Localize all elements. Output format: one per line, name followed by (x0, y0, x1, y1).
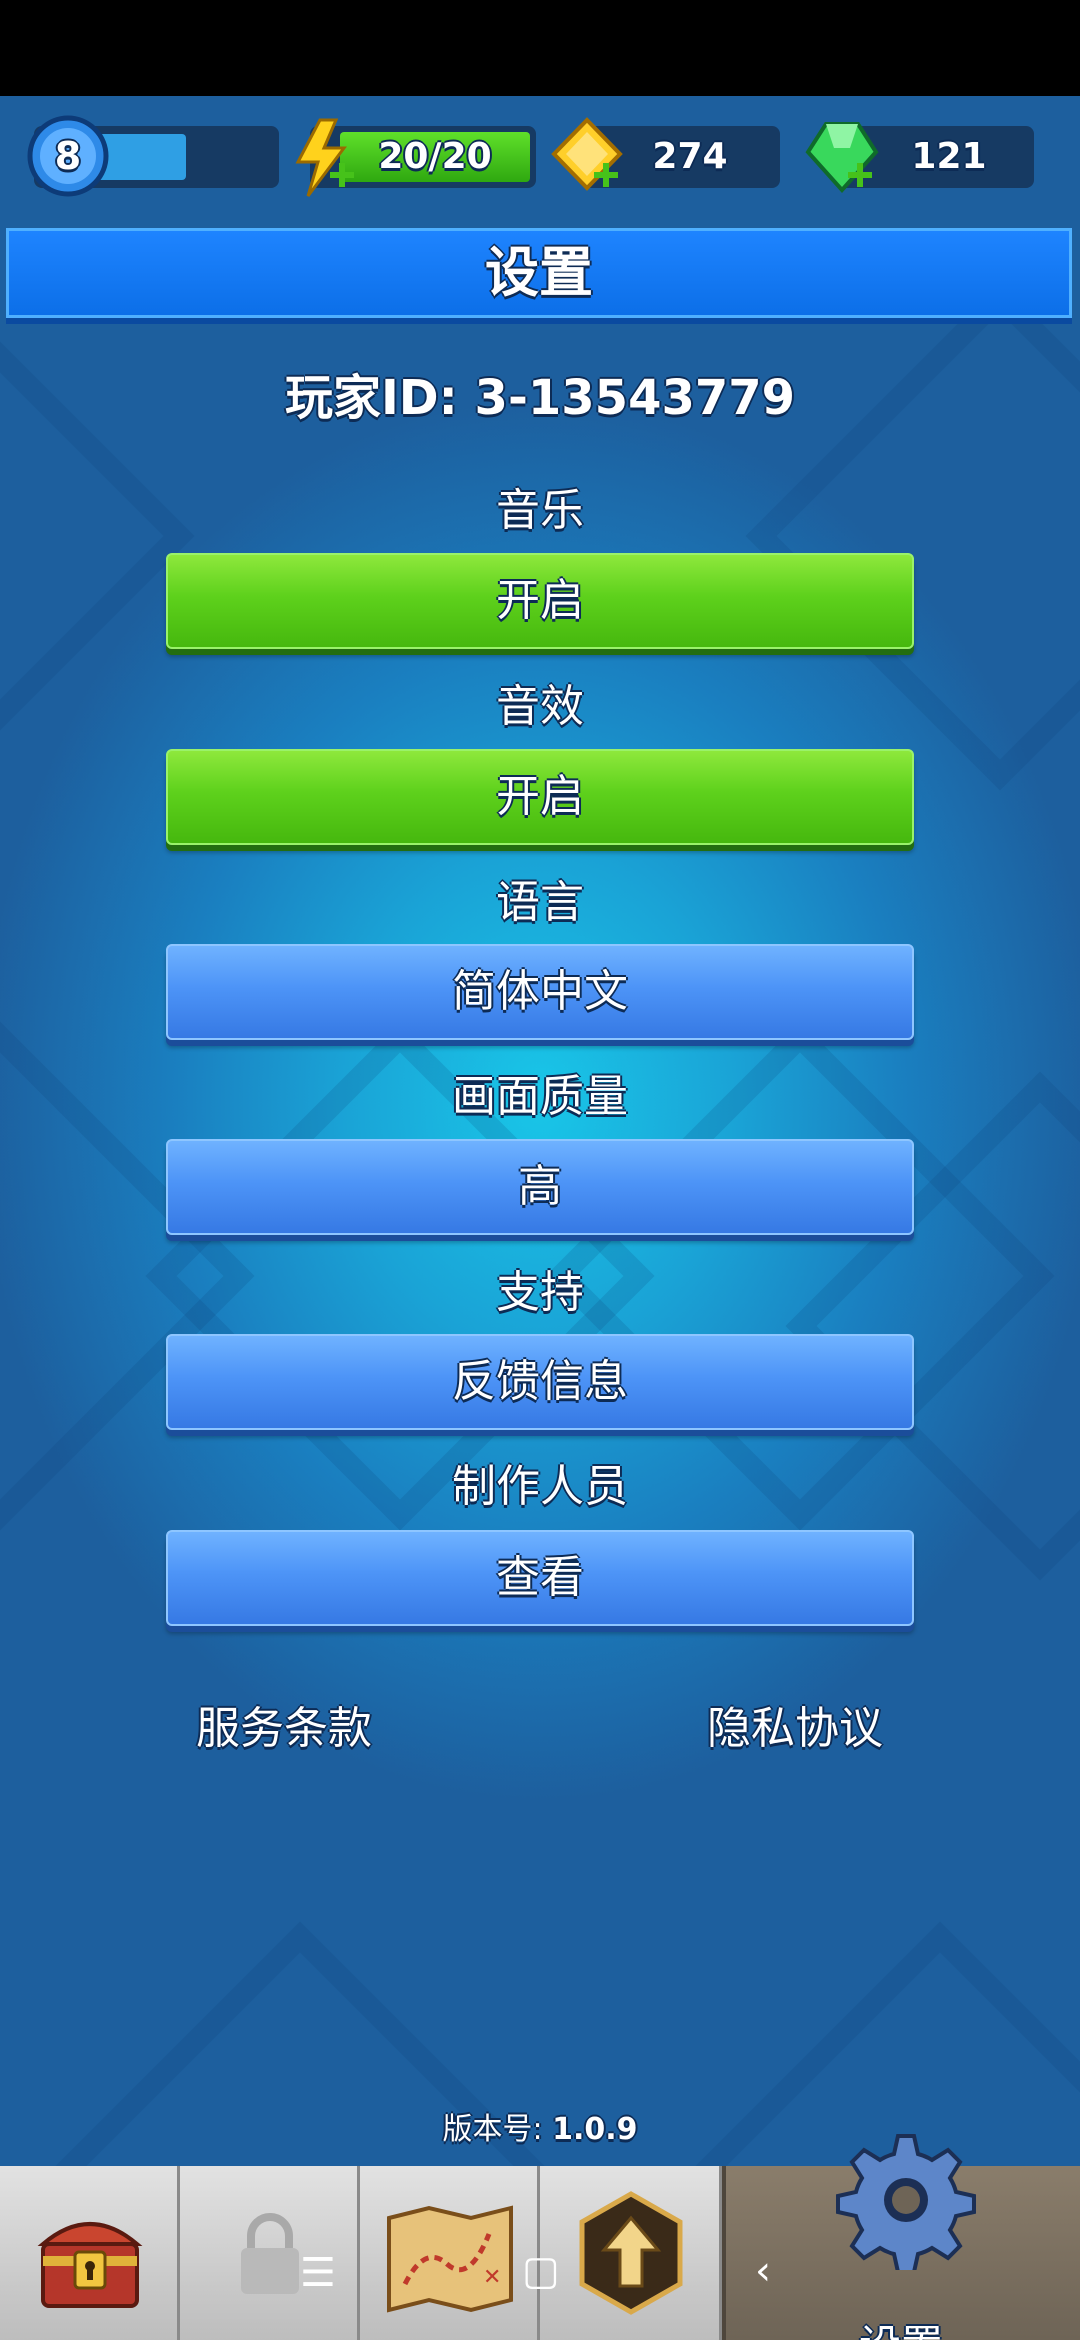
home-icon[interactable]: ▢ (522, 2248, 560, 2294)
nav-settings-label: 设置 (722, 2312, 1080, 2340)
back-icon[interactable]: ‹ (755, 2248, 771, 2294)
language-label: 语言 (496, 877, 584, 928)
privacy-policy-link[interactable]: 隐私协议 (707, 1692, 883, 1756)
gold-ticket-icon[interactable] (550, 116, 624, 196)
level-number: 8 (54, 134, 82, 178)
treasure-map-icon: ✕ (387, 2205, 513, 2313)
version-number: 1.0.9 (552, 2112, 638, 2147)
nav-tab-map[interactable]: ✕ (360, 2166, 540, 2340)
terms-of-service-link[interactable]: 服务条款 (196, 1692, 372, 1756)
energy-value: 20/20 (378, 136, 492, 177)
green-gem-icon[interactable] (804, 118, 880, 196)
lightning-icon[interactable] (290, 118, 360, 198)
quality-button[interactable]: 高 (166, 1139, 914, 1235)
lock-icon (241, 2213, 299, 2294)
sfx-label: 音效 (496, 681, 584, 732)
player-id: 玩家ID: 3-13543779 (284, 370, 796, 426)
status-bar (0, 0, 1080, 96)
recents-icon[interactable]: ☰ (300, 2250, 336, 2296)
title-banner: 设置 (6, 228, 1072, 318)
treasure-chest-icon (37, 2222, 143, 2308)
music-label: 音乐 (496, 485, 584, 536)
feedback-button[interactable]: 反馈信息 (166, 1334, 914, 1430)
nav-tab-chest[interactable] (0, 2166, 180, 2340)
credits-view-button[interactable]: 查看 (166, 1530, 914, 1626)
quality-label: 画面质量 (452, 1071, 628, 1122)
sfx-toggle-button[interactable]: 开启 (166, 749, 914, 845)
music-toggle-button[interactable]: 开启 (166, 553, 914, 649)
page-title: 设置 (485, 241, 593, 304)
language-button[interactable]: 简体中文 (166, 944, 914, 1040)
support-label: 支持 (496, 1267, 584, 1318)
gem-value: 121 (911, 136, 987, 177)
gold-value: 274 (652, 136, 728, 177)
gear-icon (836, 2134, 976, 2270)
level-badge-icon: 8 (26, 114, 110, 198)
version-label: 版本号: (442, 2112, 543, 2147)
upgrade-arrow-icon (579, 2191, 683, 2315)
nav-tab-upgrade[interactable] (540, 2166, 722, 2340)
credits-label: 制作人员 (452, 1461, 628, 1512)
svg-text:✕: ✕ (483, 2265, 501, 2290)
